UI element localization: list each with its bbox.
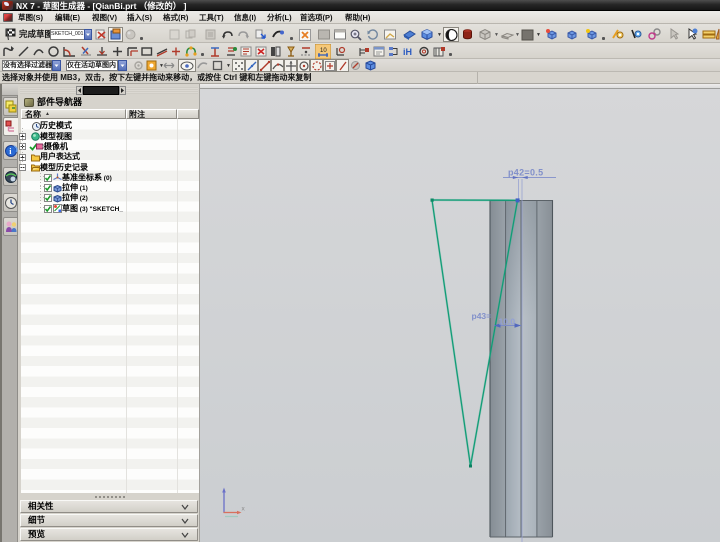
svg-text:10: 10: [320, 48, 327, 54]
svg-text:p43=: p43=: [472, 311, 492, 321]
svg-text:iH: iH: [403, 47, 412, 57]
svg-text:x: x: [242, 506, 246, 513]
svg-text:10.0: 10.0: [499, 317, 516, 327]
svg-text:p42=0.5: p42=0.5: [508, 168, 543, 178]
